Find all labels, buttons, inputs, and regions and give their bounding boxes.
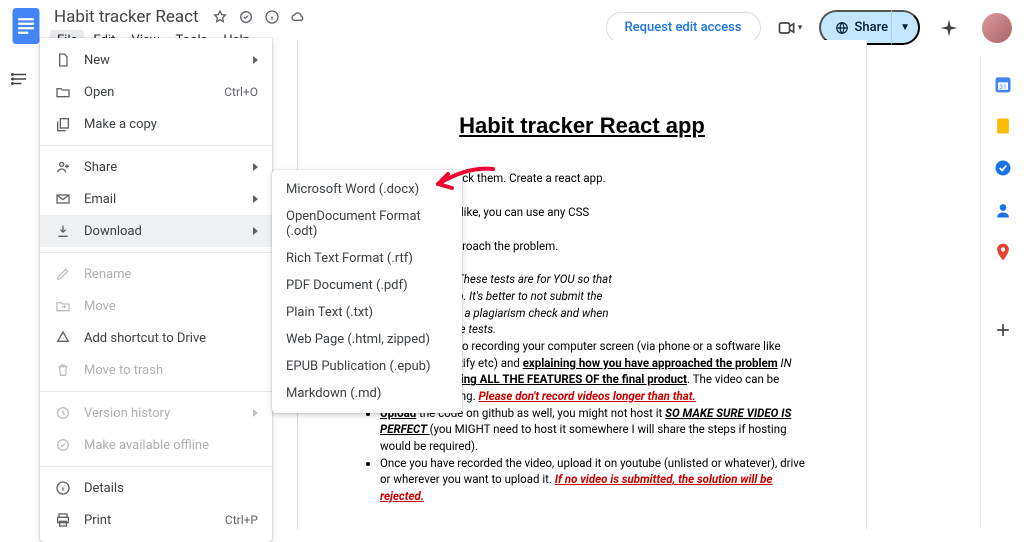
menu-item-move-trash: Move to trash bbox=[40, 354, 272, 386]
meet-icon[interactable]: ▾ bbox=[775, 13, 805, 43]
menu-item-make-copy[interactable]: Make a copy bbox=[40, 108, 272, 140]
download-icon bbox=[54, 222, 72, 240]
submenu-item-docx[interactable]: Microsoft Word (.docx) bbox=[272, 176, 462, 203]
info-outline-icon bbox=[54, 479, 72, 497]
menu-item-details[interactable]: Details bbox=[40, 472, 272, 504]
submenu-item-pdf[interactable]: PDF Document (.pdf) bbox=[272, 272, 462, 299]
svg-text:31: 31 bbox=[999, 83, 1006, 91]
keep-icon[interactable] bbox=[993, 116, 1013, 136]
submenu-item-rtf[interactable]: Rich Text Format (.rtf) bbox=[272, 245, 462, 272]
download-submenu: Microsoft Word (.docx) OpenDocument Form… bbox=[272, 170, 462, 413]
account-avatar[interactable] bbox=[982, 13, 1012, 43]
badge-icon[interactable] bbox=[237, 8, 255, 26]
calendar-icon[interactable]: 31 bbox=[993, 74, 1013, 94]
menu-item-new[interactable]: New bbox=[40, 44, 272, 76]
request-edit-access-button[interactable]: Request edit access bbox=[606, 12, 761, 43]
pencil-icon bbox=[54, 265, 72, 283]
menu-item-share[interactable]: Share bbox=[40, 151, 272, 183]
file-dropdown-menu: New Open Ctrl+O Make a copy Share Email … bbox=[40, 38, 272, 542]
copy-icon bbox=[54, 115, 72, 133]
outline-icon[interactable] bbox=[5, 64, 35, 94]
share-label: Share bbox=[855, 20, 889, 35]
side-panel: 31 bbox=[980, 56, 1024, 529]
menu-item-add-shortcut[interactable]: Add shortcut to Drive bbox=[40, 322, 272, 354]
menu-item-print[interactable]: Print Ctrl+P bbox=[40, 504, 272, 536]
submenu-item-txt[interactable]: Plain Text (.txt) bbox=[272, 299, 462, 326]
trash-icon bbox=[54, 361, 72, 379]
list-item-novideo: Once you have recorded the video, upload… bbox=[380, 455, 806, 505]
doc-title[interactable]: Habit tracker React bbox=[50, 6, 203, 28]
folder-open-icon bbox=[54, 83, 72, 101]
submenu-item-odt[interactable]: OpenDocument Format (.odt) bbox=[272, 203, 462, 245]
cloud-icon[interactable] bbox=[289, 8, 307, 26]
chevron-right-icon bbox=[253, 227, 258, 235]
print-icon bbox=[54, 511, 72, 529]
menu-item-move: Move bbox=[40, 290, 272, 322]
offline-icon bbox=[54, 436, 72, 454]
menu-item-version-history: Version history bbox=[40, 397, 272, 429]
chevron-right-icon bbox=[253, 195, 258, 203]
email-icon bbox=[54, 190, 72, 208]
menu-item-email[interactable]: Email bbox=[40, 183, 272, 215]
contacts-icon[interactable] bbox=[993, 200, 1013, 220]
star-icon[interactable] bbox=[211, 8, 229, 26]
chevron-right-icon bbox=[253, 409, 258, 417]
menu-item-offline: Make available offline bbox=[40, 429, 272, 461]
docs-logo-icon[interactable] bbox=[12, 8, 40, 44]
page-title: Habit tracker React app bbox=[358, 110, 806, 142]
menu-item-rename: Rename bbox=[40, 258, 272, 290]
file-blank-icon bbox=[54, 51, 72, 69]
gemini-icon[interactable] bbox=[934, 13, 964, 43]
submenu-item-html[interactable]: Web Page (.html, zipped) bbox=[272, 326, 462, 353]
left-rail bbox=[0, 60, 40, 94]
chevron-right-icon bbox=[253, 163, 258, 171]
drive-shortcut-icon bbox=[54, 329, 72, 347]
info-icon[interactable] bbox=[263, 8, 281, 26]
folder-move-icon bbox=[54, 297, 72, 315]
submenu-item-epub[interactable]: EPUB Publication (.epub) bbox=[272, 353, 462, 380]
person-add-icon bbox=[54, 158, 72, 176]
tasks-icon[interactable] bbox=[993, 158, 1013, 178]
add-icon[interactable] bbox=[993, 320, 1013, 340]
menu-item-download[interactable]: Download bbox=[40, 215, 272, 247]
submenu-item-md[interactable]: Markdown (.md) bbox=[272, 380, 462, 407]
maps-icon[interactable] bbox=[993, 242, 1013, 262]
chevron-right-icon bbox=[253, 56, 258, 64]
history-icon bbox=[54, 404, 72, 422]
menu-item-open[interactable]: Open Ctrl+O bbox=[40, 76, 272, 108]
